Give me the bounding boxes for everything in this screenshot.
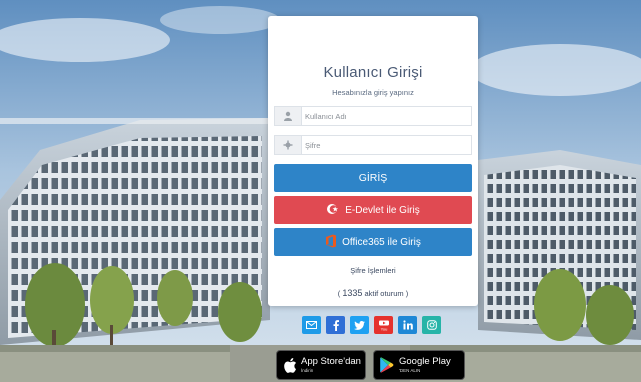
sessions-close-paren: ) (405, 289, 409, 298)
facebook-icon[interactable] (326, 316, 345, 334)
login-button-label: GİRİŞ (358, 172, 388, 184)
key-icon (275, 136, 302, 154)
username-field (274, 106, 472, 126)
edevlet-login-button[interactable]: E-Devlet ile Giriş (274, 196, 472, 224)
office365-label: Office365 ile Giriş (342, 236, 421, 248)
password-field (274, 135, 472, 155)
sessions-count: 1335 (342, 288, 363, 298)
twitter-icon[interactable] (350, 316, 369, 334)
active-sessions: ( 1335 aktif oturum ) (268, 288, 478, 298)
sessions-suffix: aktif oturum (364, 289, 404, 298)
edevlet-label: E-Devlet ile Giriş (345, 204, 420, 216)
user-icon (275, 107, 302, 125)
mail-icon[interactable] (302, 316, 321, 334)
app-store-badge[interactable]: App Store'dan İndirin (276, 350, 366, 380)
google-play-icon (380, 357, 394, 373)
login-card: Kullanıcı Girişi Hesabınızla giriş yapın… (268, 16, 478, 306)
page-title: Kullanıcı Girişi (323, 64, 423, 81)
instagram-icon[interactable] (422, 316, 441, 334)
login-subtitle: Hesabınızla giriş yapınız (332, 88, 414, 97)
password-input[interactable] (305, 137, 465, 153)
app-store-sub-label: İndirin (301, 367, 314, 373)
svg-text:You: You (380, 326, 387, 331)
username-input[interactable] (305, 108, 465, 124)
google-play-badge[interactable]: Google Play 'DEN ALIN (373, 350, 465, 380)
google-play-sub-label: 'DEN ALIN (399, 367, 421, 373)
app-store-main-label: App Store'dan (301, 356, 361, 367)
sessions-open-paren: ( (337, 289, 341, 298)
edevlet-icon (326, 203, 340, 218)
apple-icon (283, 357, 297, 374)
app-store-text: App Store'dan İndirin (301, 357, 361, 373)
office365-icon (325, 234, 337, 251)
linkedin-icon[interactable] (398, 316, 417, 334)
google-play-text: Google Play 'DEN ALIN (399, 357, 451, 373)
login-button[interactable]: GİRİŞ (274, 164, 472, 192)
social-links: You (302, 316, 441, 334)
office365-login-button[interactable]: Office365 ile Giriş (274, 228, 472, 256)
youtube-icon[interactable]: You (374, 316, 393, 334)
google-play-main-label: Google Play (399, 356, 451, 367)
password-operations-link[interactable]: Şifre İşlemleri (268, 266, 478, 275)
